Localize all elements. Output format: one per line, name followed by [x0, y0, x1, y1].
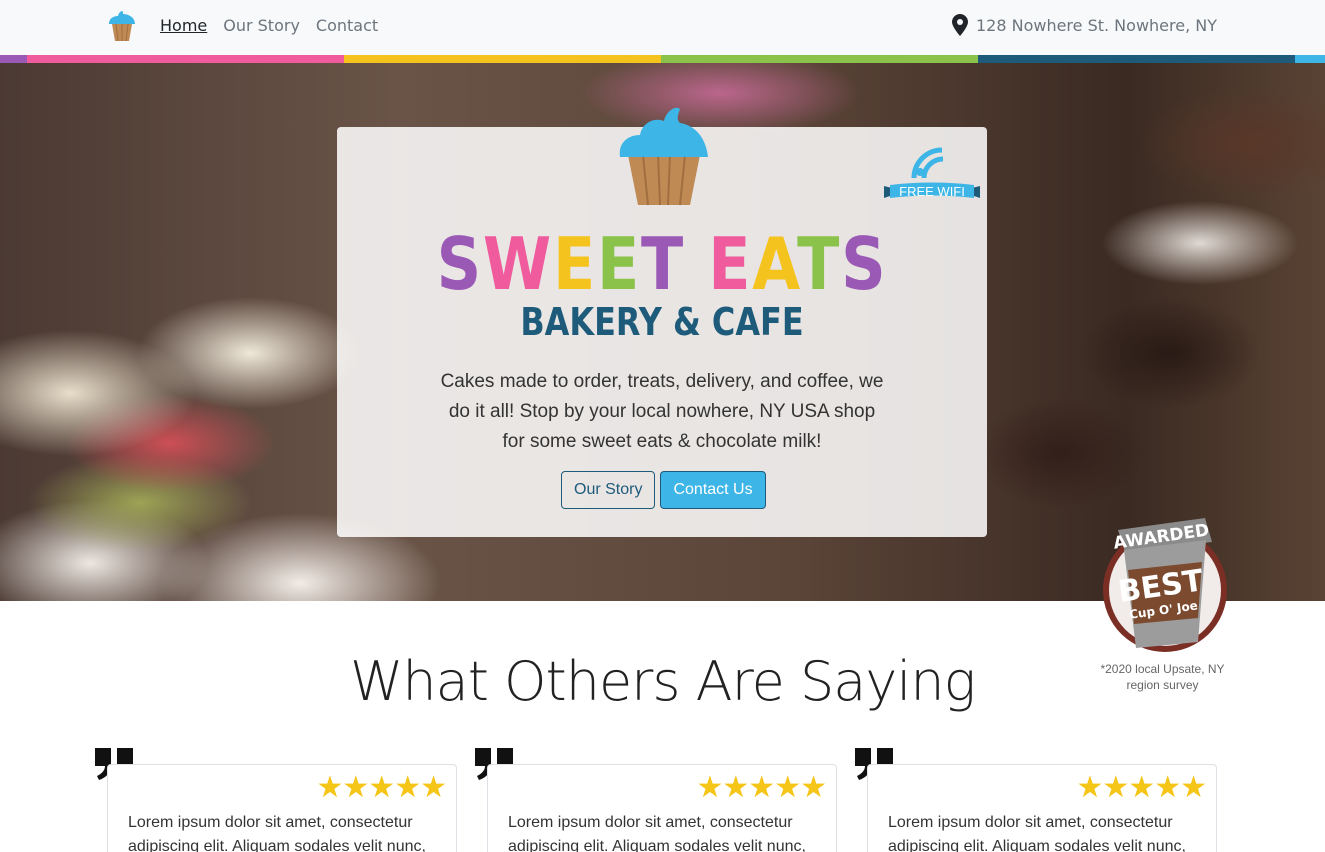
testimonial-text: Lorem ipsum dolor sit amet, consectetur …: [128, 814, 426, 852]
contact-us-button[interactable]: Contact Us: [660, 471, 766, 509]
star-rating-icon: ★★★★★: [696, 770, 827, 805]
brand-title-letter: A: [752, 222, 798, 306]
brand-title-letter: E: [596, 222, 641, 306]
brand-logo: SWEET EATS BAKERY & CAFE: [337, 222, 987, 342]
stripe-segment: [661, 55, 978, 63]
nav-link-our-story[interactable]: Our Story: [223, 16, 300, 35]
nav-address: 128 Nowhere St. Nowhere, NY: [951, 14, 1217, 36]
our-story-button[interactable]: Our Story: [561, 471, 656, 509]
stripe-segment: [0, 55, 27, 63]
stripe-segment: [1295, 55, 1325, 63]
star-rating-icon: ★★★★★: [316, 770, 447, 805]
stripe-segment: [978, 55, 1295, 63]
testimonial-card: ★★★★★ Lorem ipsum dolor sit amet, consec…: [487, 764, 837, 852]
brand-title-letter: S: [841, 222, 888, 306]
brand-title-letter: T: [640, 222, 685, 306]
brand-title-letter: E: [552, 222, 597, 306]
wifi-icon: FREE WIFI: [884, 147, 980, 199]
brand-title-letter: E: [708, 222, 753, 306]
brand-title-letter: [685, 222, 708, 306]
nav-link-contact[interactable]: Contact: [316, 16, 378, 35]
testimonial-text: Lorem ipsum dolor sit amet, consectetur …: [888, 814, 1186, 852]
map-pin-icon: [951, 14, 968, 36]
cupcake-icon: [619, 107, 708, 206]
hero-buttons: Our Story Contact Us: [561, 471, 766, 509]
testimonial-card: ★★★★★ Lorem ipsum dolor sit amet, consec…: [107, 764, 457, 852]
hero-description: Cakes made to order, treats, delivery, a…: [440, 371, 884, 452]
navbar: Home Our Story Contact 128 Nowhere St. N…: [0, 0, 1325, 55]
brand-title-letter: S: [436, 222, 483, 306]
brand-title-letter: W: [482, 222, 553, 306]
color-stripe: [0, 55, 1325, 63]
testimonials-heading: What Others Are Saying: [350, 650, 976, 713]
nav-link-home[interactable]: Home: [160, 16, 207, 35]
star-rating-icon: ★★★★★: [1076, 770, 1207, 805]
brand-title-letter: T: [797, 222, 842, 306]
brand-subtitle: BAKERY & CAFE: [520, 300, 804, 344]
nav-links: Home Our Story Contact: [160, 16, 378, 35]
stripe-segment: [27, 55, 344, 63]
brand-title: SWEET EATS: [383, 222, 942, 306]
address-text: 128 Nowhere St. Nowhere, NY: [975, 15, 1217, 35]
testimonial-card: ★★★★★ Lorem ipsum dolor sit amet, consec…: [867, 764, 1217, 852]
cupcake-logo-icon[interactable]: [106, 8, 138, 42]
testimonial-text: Lorem ipsum dolor sit amet, consectetur …: [508, 814, 806, 852]
stripe-segment: [344, 55, 661, 63]
wifi-label: FREE WIFI: [899, 184, 965, 199]
award-badge-icon: AWARDED BEST Cup O' Joe: [1103, 518, 1227, 652]
